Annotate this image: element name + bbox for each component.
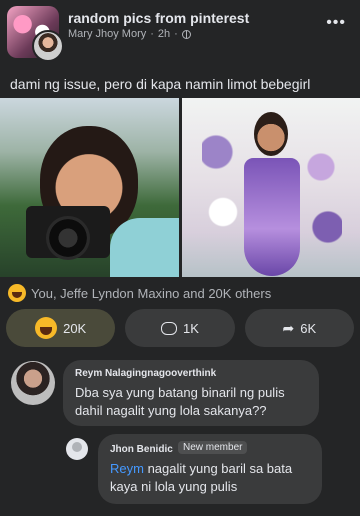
more-horizontal-icon[interactable]: ••• — [326, 14, 346, 32]
reactions-summary-text: You, Jeffe Lyndon Maxino and 20K others — [31, 285, 272, 301]
react-count: 20K — [63, 320, 87, 336]
poster-avatar[interactable] — [32, 30, 64, 62]
reactions-summary[interactable]: You, Jeffe Lyndon Maxino and 20K others — [8, 284, 271, 302]
commenter-avatar[interactable] — [11, 361, 55, 405]
reply-author[interactable]: Jhon Benidic — [110, 444, 173, 455]
meta-separator: · — [174, 28, 178, 40]
new-member-badge: New member — [178, 441, 248, 454]
photo-detail — [110, 218, 179, 277]
group-name[interactable]: random pics from pinterest — [68, 10, 249, 26]
comment-button[interactable]: 1K — [125, 309, 235, 347]
comment-text: Dba sya yung batang binaril ng pulis dah… — [75, 385, 285, 418]
comment-author[interactable]: Reym Nalagingnagooverthink — [75, 368, 216, 379]
photo-girl-in-purple-dress[interactable] — [181, 98, 360, 277]
comment-bubble: Reym Nalagingnagooverthink Dba sya yung … — [63, 360, 319, 426]
post-photos — [0, 98, 360, 277]
share-count: 6K — [300, 320, 317, 336]
meta-separator: · — [150, 28, 154, 40]
camera-lens — [46, 216, 90, 260]
comment-icon — [161, 321, 178, 335]
share-icon: ➦ — [282, 319, 295, 336]
comment-count: 1K — [183, 320, 199, 336]
photo-girl-with-camera[interactable] — [0, 98, 179, 277]
haha-icon — [8, 284, 26, 302]
photo-subject — [253, 112, 288, 156]
reply-avatar[interactable] — [66, 438, 88, 460]
post-time[interactable]: 2h — [158, 28, 170, 40]
mention-link[interactable]: Reym — [110, 461, 144, 476]
react-button[interactable]: 20K — [6, 309, 116, 347]
purple-dress — [243, 158, 300, 276]
reply-bubble: Jhon Benidic New member Reym nagalit yun… — [98, 434, 322, 504]
post-meta: Mary Jhoy Mory · 2h · — [68, 28, 191, 40]
share-button[interactable]: ➦ 6K — [244, 309, 354, 347]
post-caption: dami ng issue, pero di kapa namin limot … — [10, 76, 311, 92]
post-header: random pics from pinterest Mary Jhoy Mor… — [0, 0, 360, 66]
globe-icon — [181, 29, 191, 39]
poster-name[interactable]: Mary Jhoy Mory — [68, 28, 146, 40]
haha-icon — [35, 317, 58, 339]
reply-text: Reym nagalit yung baril sa bata kaya ni … — [110, 460, 316, 496]
action-bar: 20K 1K ➦ 6K — [6, 309, 354, 347]
